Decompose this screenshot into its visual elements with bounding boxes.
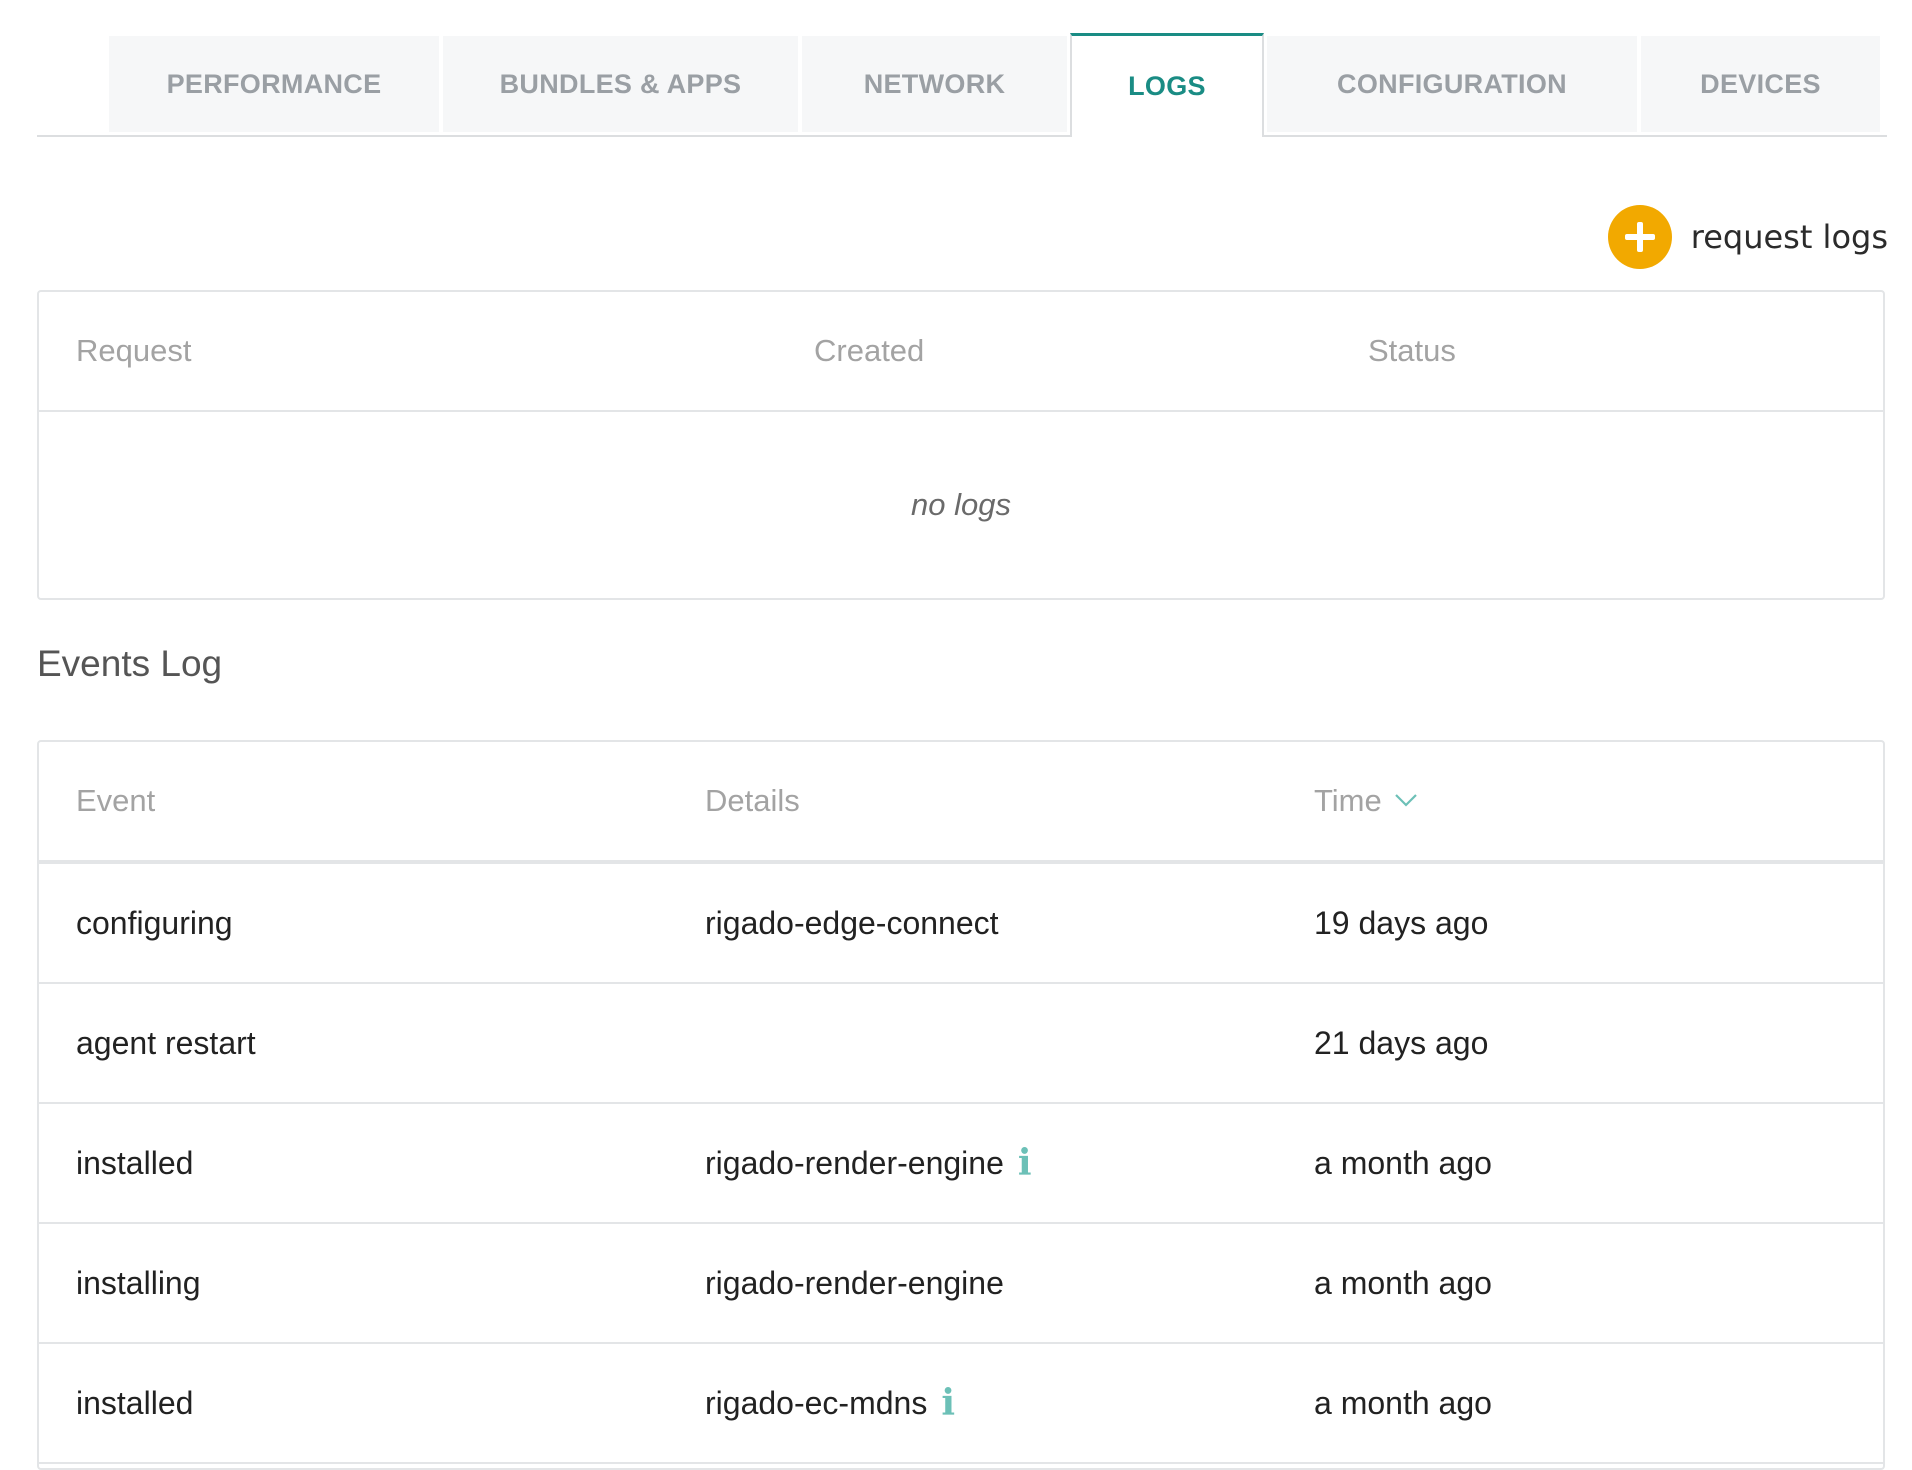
details-text: rigado-ec-mdns: [705, 1385, 928, 1421]
table-row: configuring rigado-edge-connect 19 days …: [39, 864, 1883, 984]
time-cell: 21 days ago: [1314, 1025, 1489, 1061]
request-logs-label[interactable]: request logs: [1691, 218, 1888, 256]
time-cell: a month ago: [1314, 1385, 1492, 1421]
details-text: rigado-render-engine: [705, 1145, 1004, 1181]
tab-devices[interactable]: DEVICES: [1641, 36, 1880, 132]
column-header-details: Details: [705, 783, 800, 818]
details-cell: rigado-ec-mdns i: [705, 1344, 955, 1462]
tab-logs[interactable]: LOGS: [1070, 33, 1264, 137]
chevron-down-icon[interactable]: [1394, 793, 1418, 807]
tab-bar: PERFORMANCE BUNDLES & APPS NETWORK LOGS …: [37, 33, 1887, 137]
details-cell: rigado-render-engine i: [705, 1104, 1032, 1222]
column-header-time-label[interactable]: Time: [1314, 783, 1382, 818]
column-header-created: Created: [814, 333, 925, 368]
details-cell: rigado-render-engine: [705, 1265, 1004, 1301]
events-table: Event Details Time configuring rigado-ed…: [37, 740, 1885, 1470]
tab-network[interactable]: NETWORK: [802, 36, 1067, 132]
tab-performance[interactable]: PERFORMANCE: [109, 36, 439, 132]
event-cell: installing: [76, 1265, 201, 1301]
tab-bundles-apps[interactable]: BUNDLES & APPS: [443, 36, 798, 132]
event-cell: agent restart: [76, 1025, 256, 1061]
event-cell: installed: [76, 1145, 194, 1181]
table-row: agent restart 21 days ago: [39, 984, 1883, 1104]
info-icon[interactable]: i: [1018, 1104, 1032, 1222]
events-log-title: Events Log: [37, 643, 223, 684]
details-cell: rigado-edge-connect: [705, 905, 999, 941]
events-table-header: Event Details Time: [39, 742, 1883, 864]
table-row: installing rigado-render-engine a month …: [39, 1224, 1883, 1344]
event-cell: installed: [76, 1385, 194, 1421]
column-header-request: Request: [76, 333, 192, 368]
table-row: installed rigado-ec-mdns i a month ago: [39, 1344, 1883, 1464]
info-icon[interactable]: i: [941, 1344, 955, 1462]
tab-configuration[interactable]: CONFIGURATION: [1267, 36, 1637, 132]
time-cell: a month ago: [1314, 1265, 1492, 1301]
plus-circle-icon[interactable]: [1607, 205, 1672, 269]
column-header-event: Event: [76, 783, 156, 818]
column-header-time[interactable]: Time: [1314, 742, 1418, 860]
logs-table: Request Created Status no logs: [37, 290, 1885, 600]
table-row: installed rigado-render-engine i a month …: [39, 1104, 1883, 1224]
event-cell: configuring: [76, 905, 233, 941]
request-logs-button[interactable]: request logs: [1607, 205, 1888, 269]
time-cell: a month ago: [1314, 1145, 1492, 1181]
time-cell: 19 days ago: [1314, 905, 1489, 941]
logs-table-header: Request Created Status: [39, 292, 1883, 412]
empty-state: no logs: [911, 487, 1011, 522]
column-header-status: Status: [1368, 333, 1456, 368]
